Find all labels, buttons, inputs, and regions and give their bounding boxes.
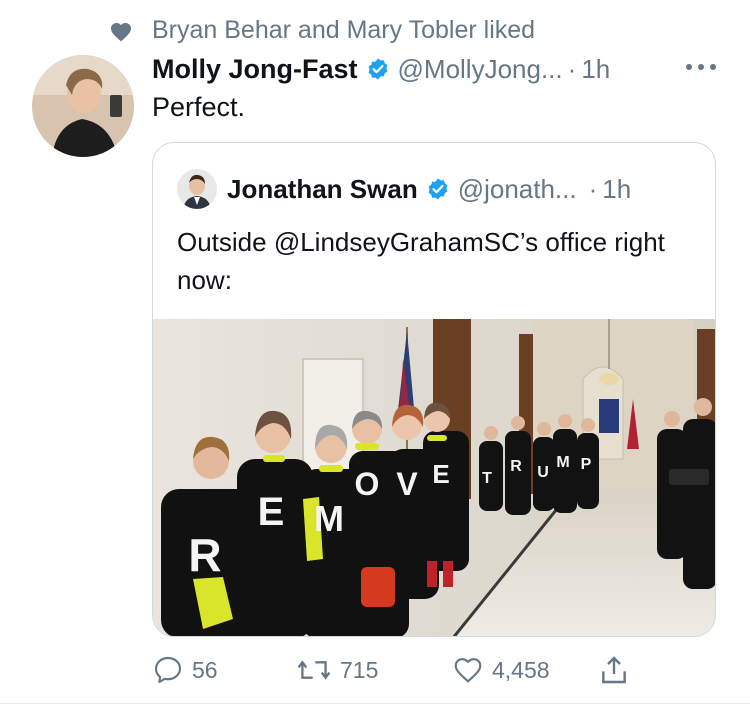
shirt-letter: E	[258, 490, 285, 534]
quoted-tweet-card[interactable]: Jonathan Swan @jonath... · 1h Outside @L…	[152, 142, 716, 637]
action-bar: 56 715 4,458	[0, 650, 750, 694]
reply-icon	[154, 656, 182, 684]
divider	[0, 703, 750, 704]
heart-icon	[111, 23, 131, 42]
reply-button[interactable]: 56	[152, 650, 218, 690]
shirt-letter: V	[396, 466, 418, 502]
quoted-tweet-header: Jonathan Swan @jonath... · 1h	[227, 171, 631, 207]
shirt-letter: R	[510, 458, 522, 475]
author-handle[interactable]: @MollyJong...	[398, 54, 563, 85]
social-context-text[interactable]: Bryan Behar and Mary Tobler liked	[152, 16, 535, 45]
quoted-tweet-text: Outside @LindseyGrahamSC’s office right …	[177, 227, 665, 295]
more-options-icon[interactable]	[684, 58, 718, 76]
author-name[interactable]: Molly Jong-Fast	[152, 54, 358, 85]
reply-count: 56	[192, 656, 218, 683]
separator-dot: ·	[567, 53, 577, 84]
share-button[interactable]	[598, 650, 638, 690]
shirt-letter: T	[482, 470, 492, 487]
shirt-letter: M	[556, 454, 569, 471]
shirt-letter: E	[432, 459, 449, 489]
tweet-photo[interactable]: RE MO V E TR UM P	[153, 319, 716, 637]
tweet-header: Molly Jong-Fast @MollyJong... · 1h	[152, 52, 610, 86]
like-count: 4,458	[492, 656, 550, 683]
shirt-letter: U	[537, 464, 549, 481]
retweet-button[interactable]: 715	[296, 650, 378, 690]
verified-badge-icon	[428, 178, 448, 200]
like-button[interactable]: 4,458	[452, 650, 550, 690]
quoted-avatar[interactable]	[177, 169, 217, 209]
share-icon	[602, 656, 626, 684]
tweet-text: Perfect.	[152, 92, 246, 122]
quoted-author-name[interactable]: Jonathan Swan	[227, 174, 418, 205]
separator-dot: ·	[588, 173, 598, 204]
shirt-letter: R	[188, 529, 221, 581]
shirt-letter: O	[355, 466, 380, 502]
quoted-author-handle[interactable]: @jonath...	[458, 174, 577, 205]
shirt-letter: P	[581, 456, 592, 473]
shirt-letter: M	[314, 498, 344, 539]
tweet-time[interactable]: 1h	[581, 54, 610, 85]
heart-outline-icon	[454, 658, 482, 683]
quoted-tweet-time[interactable]: 1h	[602, 174, 631, 205]
verified-badge-icon	[368, 58, 387, 80]
avatar[interactable]	[32, 55, 134, 157]
retweet-icon	[297, 660, 331, 680]
retweet-count: 715	[340, 656, 379, 683]
